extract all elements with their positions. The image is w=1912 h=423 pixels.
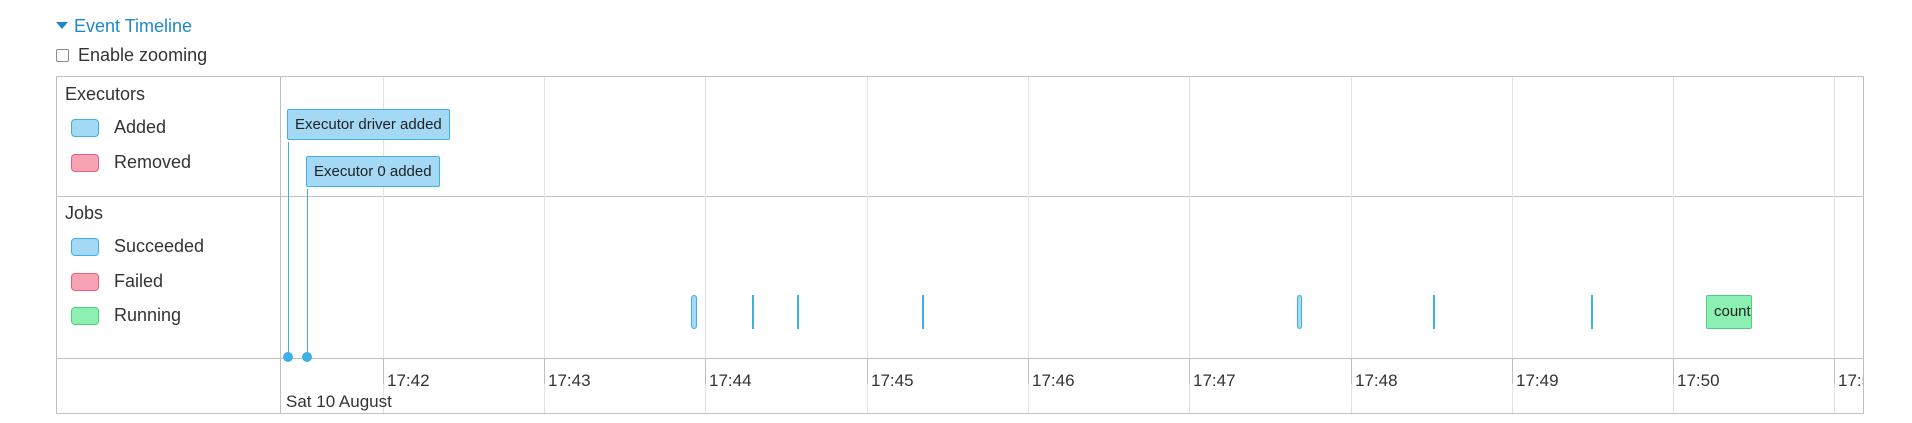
legend-label: Added — [114, 117, 167, 137]
job-event[interactable] — [1297, 295, 1302, 329]
executor-event-line — [307, 189, 308, 355]
caret-down-icon — [56, 21, 68, 29]
legend-swatch-failed — [71, 272, 99, 291]
legend-label: Removed — [114, 152, 192, 172]
legend-executor-removed: Removed — [71, 152, 191, 173]
axis-tick — [1189, 358, 1190, 384]
axis-tick — [1834, 358, 1835, 384]
event-timeline: Executors Added Removed Jobs Succeeded F… — [56, 76, 1864, 414]
legend-job-running: Running — [71, 305, 181, 326]
job-event[interactable] — [1433, 295, 1435, 329]
legend-swatch-running — [71, 306, 99, 325]
legend-label: Succeeded — [114, 236, 205, 256]
axis-tick-label: 17:50 — [1677, 371, 1720, 390]
job-event[interactable] — [797, 295, 799, 329]
axis-tick-label: 17:47 — [1193, 371, 1236, 390]
legend-swatch-succeeded — [71, 237, 99, 256]
axis-tick-label: 17:43 — [548, 371, 591, 390]
job-running-box[interactable]: count — [1706, 295, 1752, 329]
job-event[interactable] — [1591, 295, 1593, 329]
executor-event-line — [288, 142, 289, 355]
legend-swatch-added — [71, 118, 99, 137]
executor-event-box[interactable]: Executor 0 added — [306, 156, 440, 187]
executor-event-dot[interactable] — [283, 352, 293, 362]
enable-zooming-label: Enable zooming — [78, 45, 208, 65]
enable-zooming-checkbox[interactable] — [56, 49, 69, 62]
axis-tick — [867, 358, 868, 384]
axis-tick-label: 17:51 — [1838, 371, 1863, 390]
legend-label: Failed — [114, 271, 164, 291]
axis-tick — [383, 358, 384, 384]
axis-tick — [1028, 358, 1029, 384]
enable-zooming-option[interactable]: Enable zooming — [56, 45, 207, 66]
axis-tick — [705, 358, 706, 384]
axis-tick-label: 17:44 — [709, 371, 752, 390]
legend-label: Running — [114, 305, 182, 325]
axis-tick-label: 17:48 — [1355, 371, 1398, 390]
job-event[interactable] — [922, 295, 924, 329]
axis-date-label: Sat 10 August — [286, 392, 392, 411]
job-event[interactable] — [752, 295, 754, 329]
timeline-legend-panel: Executors Added Removed Jobs Succeeded F… — [57, 77, 281, 413]
axis-tick — [1351, 358, 1352, 384]
executors-group-title: Executors — [65, 84, 146, 104]
jobs-group-title: Jobs — [65, 203, 104, 223]
event-timeline-toggle[interactable]: Event Timeline — [56, 16, 192, 37]
timeline-plot-area[interactable]: Executor driver added Executor 0 added c… — [281, 77, 1863, 413]
executor-event-box[interactable]: Executor driver added — [287, 109, 450, 140]
axis-tick — [544, 358, 545, 384]
legend-executor-added: Added — [71, 117, 166, 138]
axis-tick — [1673, 358, 1674, 384]
executor-event-dot[interactable] — [302, 352, 312, 362]
legend-job-succeeded: Succeeded — [71, 236, 204, 257]
axis-tick-label: 17:49 — [1516, 371, 1559, 390]
legend-swatch-removed — [71, 153, 99, 172]
event-timeline-title: Event Timeline — [74, 16, 193, 36]
axis-tick — [1512, 358, 1513, 384]
job-event[interactable] — [691, 295, 697, 329]
legend-job-failed: Failed — [71, 271, 163, 292]
axis-tick-label: 17:42 — [387, 371, 430, 390]
axis-tick-label: 17:45 — [871, 371, 914, 390]
axis-tick-label: 17:46 — [1032, 371, 1075, 390]
